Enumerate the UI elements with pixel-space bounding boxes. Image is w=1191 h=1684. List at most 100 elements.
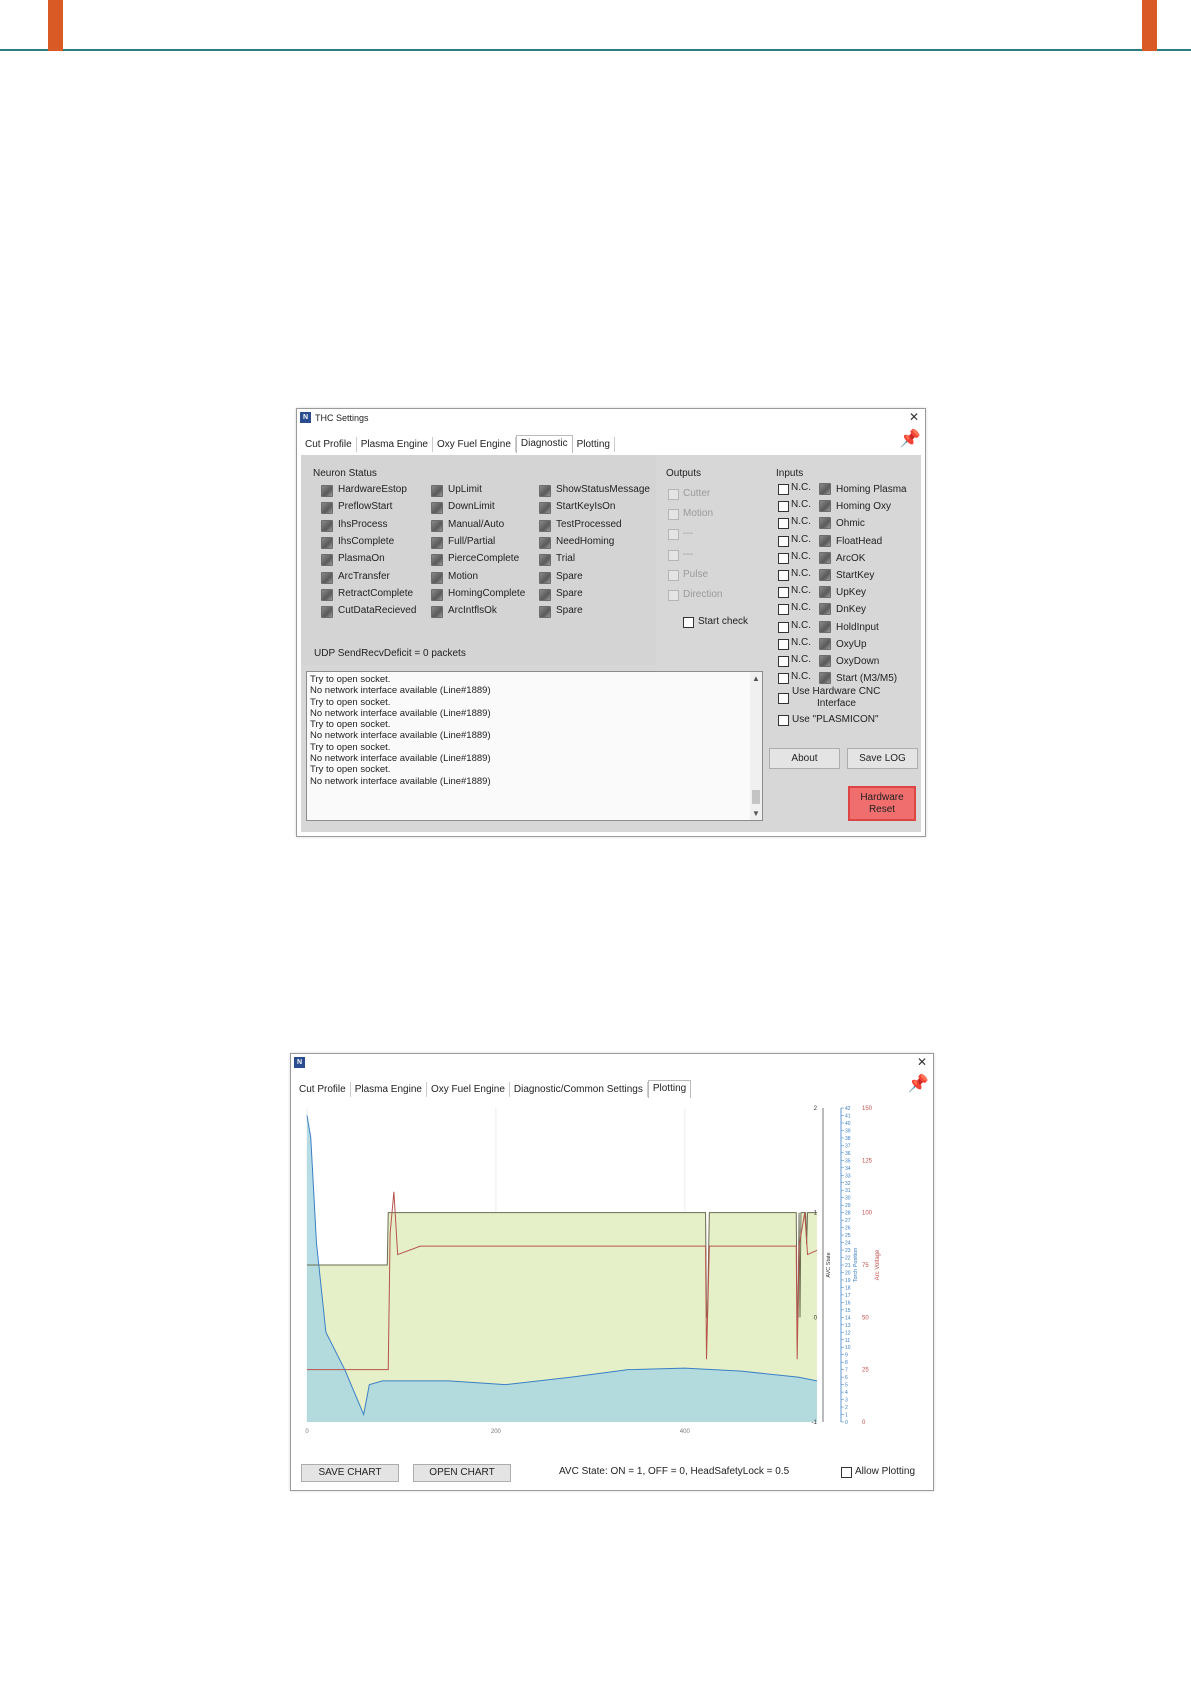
torch-tick-label: 35 [845,1158,851,1164]
arc-tick-label: 100 [862,1211,873,1217]
log-line: No network interface available (Line#188… [310,707,491,719]
status-led-preflowstart [321,502,333,515]
nc-checkbox-start-m3-m5[interactable] [778,673,789,685]
status-label-needhoming: NeedHoming [556,535,615,547]
nc-checkbox-homing-plasma[interactable] [778,484,789,495]
nc-checkbox-upkey[interactable] [778,587,789,599]
torch-tick-label: 22 [845,1256,851,1262]
log-scrollbar[interactable]: ▲ ▼ [750,672,762,820]
status-led-spare [539,606,551,619]
torch-tick-label: 15 [845,1308,851,1314]
pin-icon-2[interactable]: 📌 [908,1074,929,1094]
status-led-arctransfer [321,571,333,584]
status-led-full-partial [431,536,443,549]
log-textbox[interactable]: Try to open socket. No network interface … [306,671,763,821]
status-led-spare [539,571,551,584]
status-label-hardwareestop: HardwareEstop [338,484,407,495]
torch-tick-label: 24 [845,1241,851,1247]
output-checkbox-motion-1 [668,509,679,521]
use-hardware-cnc-checkbox[interactable] [778,693,789,704]
nc-checkbox-arcok[interactable] [778,552,789,564]
tab-plotting[interactable]: Plotting [647,1080,692,1098]
input-led-arcok [819,551,831,564]
input-led-oxydown [819,655,831,667]
pin-icon[interactable]: 📌 [900,429,921,449]
nc-checkbox-ohmic[interactable] [778,518,789,530]
log-line: Try to open socket. [310,741,391,753]
output-label-pulse-4: Pulse [683,568,709,580]
allow-plotting-label: Allow Plotting [855,1466,916,1477]
status-led-trial [539,554,551,567]
avc-tick-label: 0 [814,1315,818,1321]
torch-tick-label: 30 [845,1196,851,1202]
torch-tick-label: 7 [845,1368,848,1374]
input-label-upkey: UpKey [836,587,867,599]
tab-cut-profile[interactable]: Cut Profile [301,437,357,452]
tab-oxy-fuel-engine[interactable]: Oxy Fuel Engine [427,1082,510,1097]
nc-label-ohmic: N.C. [791,516,811,528]
save-chart-button[interactable]: SAVE CHART [301,1464,399,1482]
torch-tick-label: 38 [845,1136,851,1142]
input-led-homing-oxy [819,500,831,513]
scroll-thumb[interactable] [752,790,760,804]
hardware-reset-line2: Reset [868,804,896,815]
hardware-reset-line1: Hardware [860,792,904,803]
allow-plotting-checkbox[interactable] [841,1467,852,1478]
status-label-plasmaon: PlasmaOn [338,553,385,565]
status-led-manual-auto [431,519,443,532]
status-led-spare [539,588,551,601]
title-bar-2: N ✕ [291,1054,933,1072]
status-led-motion [431,571,443,584]
status-led-testprocessed [539,519,551,532]
nc-checkbox-oxyup[interactable] [778,638,789,650]
torch-tick-label: 34 [845,1166,851,1172]
title-bar: N THC Settings ✕ [297,409,925,427]
torch-tick-label: 26 [845,1226,851,1232]
tab-plasma-engine[interactable]: Plasma Engine [351,1082,427,1097]
input-led-startkey [819,569,831,581]
diagnostic-panel: Neuron Status HardwareEstop PreflowStart I… [301,455,921,832]
torch-tick-label: 29 [845,1203,851,1209]
arc-tick-label: 150 [862,1106,873,1112]
nc-label-startkey: N.C. [791,568,811,579]
torch-tick-label: 23 [845,1248,851,1254]
tab-diagnostic[interactable]: Diagnostic [515,435,573,453]
scroll-down-icon[interactable]: ▼ [752,808,760,819]
nc-label-homing-oxy: N.C. [791,499,811,511]
close-icon[interactable]: ✕ [909,409,919,426]
tab-cut-profile[interactable]: Cut Profile [295,1082,351,1097]
arc-tick-label: 0 [862,1420,866,1426]
header-marker-left [48,0,63,51]
hardware-reset-button[interactable]: Hardware Reset [848,786,916,821]
nc-checkbox-holdinput[interactable] [778,621,789,633]
torch-tick-label: 8 [845,1360,848,1366]
log-line: No network interface available (Line#188… [310,775,491,787]
nc-checkbox-oxydown[interactable] [778,656,789,667]
tab-plasma-engine[interactable]: Plasma Engine [357,437,433,452]
nc-checkbox-startkey[interactable] [778,570,789,581]
use-plasmicon-checkbox[interactable] [778,715,789,726]
close-icon-2[interactable]: ✕ [917,1054,927,1071]
start-check-checkbox[interactable] [683,617,694,628]
tab-diagnostic-common-settings[interactable]: Diagnostic/Common Settings [510,1082,648,1097]
status-label-full-partial: Full/Partial [448,535,496,547]
input-led-holdinput [819,620,831,633]
use-plasmicon-label: Use "PLASMICON" [792,714,879,725]
nc-checkbox-dnkey[interactable] [778,604,789,616]
status-label-testprocessed: TestProcessed [556,518,622,530]
torch-tick-label: 1 [845,1413,848,1419]
status-label-manual-auto: Manual/Auto [448,518,505,530]
nc-checkbox-homing-oxy[interactable] [778,501,789,513]
open-chart-button[interactable]: OPEN CHART [413,1464,511,1482]
torch-axis-title: Torch Position [853,1248,859,1283]
output-checkbox-cutter-0 [668,489,679,500]
nc-checkbox-floathead[interactable] [778,535,789,547]
tab-oxy-fuel-engine[interactable]: Oxy Fuel Engine [433,437,516,452]
about-button[interactable]: About [769,748,840,769]
status-led-needhoming [539,536,551,549]
arc-tick-label: 50 [862,1315,869,1321]
save-log-button[interactable]: Save LOG [847,748,918,769]
scroll-up-icon[interactable]: ▲ [752,673,760,684]
tab-plotting[interactable]: Plotting [573,437,615,452]
x-tick-label: 200 [491,1429,502,1435]
